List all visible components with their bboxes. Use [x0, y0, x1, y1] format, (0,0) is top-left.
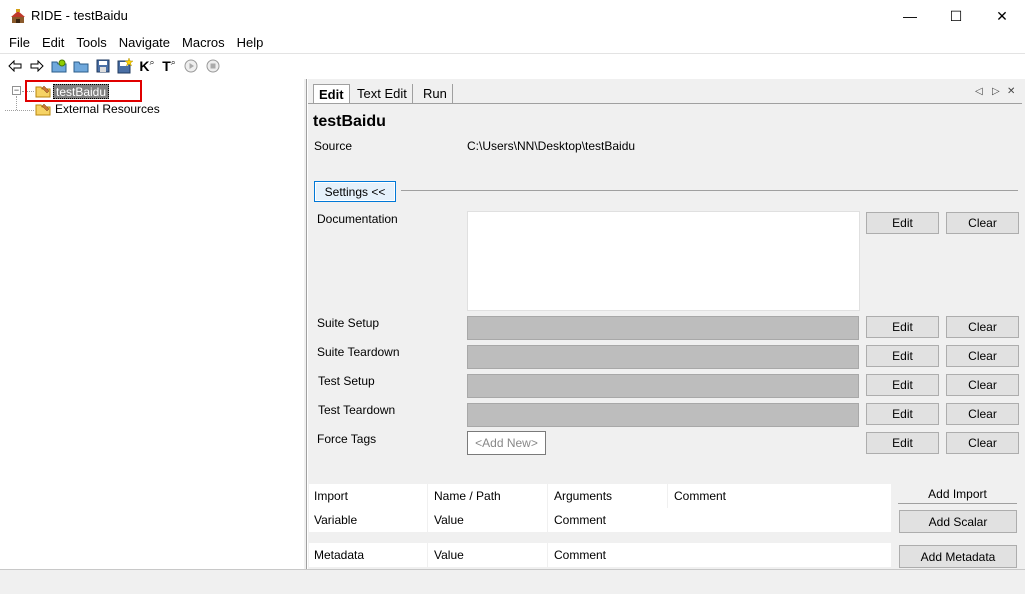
add-metadata-button[interactable]: Add Metadata: [899, 545, 1017, 568]
force-tags-label: Force Tags: [317, 432, 377, 446]
suite-setup-field[interactable]: [467, 316, 859, 340]
close-button[interactable]: ✕: [979, 0, 1025, 32]
test-teardown-field[interactable]: [467, 403, 859, 427]
menu-navigate[interactable]: Navigate: [113, 35, 176, 50]
settings-toggle-button[interactable]: Settings <<: [314, 181, 396, 202]
window-title: RIDE - testBaidu: [31, 8, 128, 23]
suite-teardown-edit-button[interactable]: Edit: [866, 345, 939, 367]
tree-node-external-resources[interactable]: External Resources: [55, 102, 160, 116]
suite-tree-panel: [0, 79, 304, 569]
open-suite-icon[interactable]: [48, 56, 70, 76]
tree-expander-toggle[interactable]: −: [12, 86, 21, 95]
tree-connector: [16, 96, 17, 110]
suite-teardown-field[interactable]: [467, 345, 859, 369]
imports-header-comment: Comment: [674, 489, 727, 503]
documentation-field[interactable]: [467, 211, 860, 311]
menu-edit[interactable]: Edit: [36, 35, 70, 50]
test-setup-label: Test Setup: [318, 374, 375, 388]
test-setup-clear-button[interactable]: Clear: [946, 374, 1019, 396]
test-teardown-clear-button[interactable]: Clear: [946, 403, 1019, 425]
test-glyph: T: [162, 58, 171, 74]
resource-folder-icon: [35, 103, 51, 116]
maximize-icon: ☐: [949, 7, 963, 24]
pane-splitter[interactable]: [304, 79, 307, 569]
source-path: C:\Users\NN\Desktop\testBaidu: [467, 139, 636, 153]
metadata-header-comment: Comment: [554, 548, 607, 562]
forward-icon[interactable]: [26, 56, 48, 76]
minimize-button[interactable]: —: [887, 0, 933, 32]
column-separator: [427, 543, 428, 567]
column-separator: [667, 484, 668, 508]
status-bar: [0, 569, 1025, 594]
search-tests-icon[interactable]: T ⌕: [158, 56, 180, 76]
test-teardown-label: Test Teardown: [318, 403, 396, 417]
ride-app-icon: [11, 9, 25, 23]
suite-name-heading: testBaidu: [313, 113, 386, 130]
metadata-header-value: Value: [434, 548, 464, 562]
back-icon[interactable]: [4, 56, 26, 76]
open-directory-icon[interactable]: [70, 56, 92, 76]
documentation-clear-button[interactable]: Clear: [946, 212, 1019, 234]
tab-divider: [308, 103, 1022, 104]
menu-tools[interactable]: Tools: [70, 35, 112, 50]
add-new-tag-field[interactable]: <Add New>: [467, 431, 546, 455]
menu-macros[interactable]: Macros: [176, 35, 231, 50]
variable-header-comment: Comment: [554, 513, 607, 527]
imports-header-arguments: Arguments: [554, 489, 613, 503]
maximize-button[interactable]: ☐: [933, 0, 979, 32]
minimize-icon: —: [903, 8, 917, 24]
suite-setup-clear-button[interactable]: Clear: [946, 316, 1019, 338]
menu-file[interactable]: File: [3, 35, 36, 50]
stop-icon[interactable]: [202, 56, 224, 76]
menu-help[interactable]: Help: [231, 35, 270, 50]
documentation-edit-button[interactable]: Edit: [866, 212, 939, 234]
suite-setup-edit-button[interactable]: Edit: [866, 316, 939, 338]
tree-selection-highlight: [25, 80, 142, 102]
tab-next-icon[interactable]: ▷: [992, 86, 1000, 97]
add-scalar-button[interactable]: Add Scalar: [899, 510, 1017, 533]
imports-header-import: Import: [314, 489, 349, 503]
tree-connector: [5, 110, 34, 111]
run-icon[interactable]: [180, 56, 202, 76]
menu-bar: File Edit Tools Navigate Macros Help: [0, 32, 1025, 52]
source-label: Source: [314, 139, 353, 153]
save-all-icon[interactable]: [114, 56, 136, 76]
column-separator: [547, 543, 548, 567]
settings-divider: [401, 190, 1018, 191]
suite-teardown-label: Suite Teardown: [317, 345, 400, 359]
variable-header-value: Value: [434, 513, 464, 527]
keyword-glyph: K: [139, 58, 150, 74]
add-import-button[interactable]: Add Import: [898, 484, 1017, 504]
toolbar: K ⌕ T ⌕: [0, 53, 1025, 78]
force-tags-clear-button[interactable]: Clear: [946, 432, 1019, 454]
tab-prev-icon[interactable]: ◁: [975, 86, 983, 97]
test-teardown-edit-button[interactable]: Edit: [866, 403, 939, 425]
close-icon: ✕: [996, 7, 1008, 24]
imports-header-name-path: Name / Path: [434, 489, 501, 503]
variable-header-variable: Variable: [314, 513, 358, 527]
suite-teardown-clear-button[interactable]: Clear: [946, 345, 1019, 367]
save-icon[interactable]: [92, 56, 114, 76]
column-separator: [427, 484, 428, 532]
tab-text-edit[interactable]: Text Edit: [352, 84, 413, 104]
test-setup-field[interactable]: [467, 374, 859, 398]
tab-close-icon[interactable]: ✕: [1007, 86, 1015, 97]
title-bar: RIDE - testBaidu — ☐ ✕: [0, 0, 1025, 32]
search-keywords-icon[interactable]: K ⌕: [136, 56, 158, 76]
metadata-header-metadata: Metadata: [314, 548, 365, 562]
column-separator: [547, 484, 548, 532]
documentation-label: Documentation: [317, 212, 398, 226]
force-tags-edit-button[interactable]: Edit: [866, 432, 939, 454]
suite-setup-label: Suite Setup: [317, 316, 380, 330]
test-setup-edit-button[interactable]: Edit: [866, 374, 939, 396]
tab-edit[interactable]: Edit: [313, 84, 350, 104]
tab-run[interactable]: Run: [418, 84, 453, 104]
